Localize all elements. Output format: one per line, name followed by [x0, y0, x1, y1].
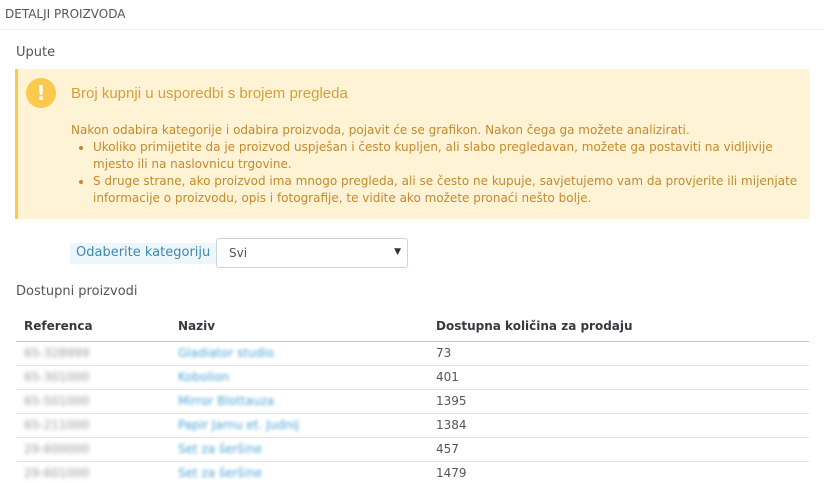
cell-quantity: 1384 — [428, 413, 809, 438]
instructions-title: Upute — [16, 45, 56, 60]
cell-reference: 65-501000 — [16, 389, 170, 414]
product-link[interactable]: Kobolion — [170, 365, 428, 390]
alert-bullets: Ukoliko primijetite da je proizvod uspje… — [93, 139, 806, 207]
table-row[interactable]: 65-211000 Papir Jarnu et. Judnij 1384 — [16, 413, 809, 438]
cell-reference: 65-301000 — [16, 365, 170, 390]
product-link[interactable]: Set za šeršine — [170, 461, 428, 483]
table-row[interactable]: 65-301000 Kobolion 401 — [16, 365, 809, 390]
alert-intro: Nakon odabira kategorije i odabira proiz… — [71, 123, 690, 137]
products-table: Referenca Naziv Dostupna količina za pro… — [16, 312, 809, 483]
table-row[interactable]: 65-328999 Gladiator studio 73 — [16, 341, 809, 366]
cell-quantity: 457 — [428, 437, 809, 462]
cell-quantity: 1395 — [428, 389, 809, 414]
alert-title: Broj kupnji u usporedbi s brojem pregled… — [71, 85, 348, 102]
category-selected-value: Svi — [229, 246, 248, 260]
cell-reference: 65-211000 — [16, 413, 170, 438]
category-label: Odaberite kategoriju — [70, 243, 217, 264]
alert-body: Nakon odabira kategorije i odabira proiz… — [71, 122, 806, 207]
category-select[interactable]: Svi ▼ — [216, 238, 408, 268]
column-header-name[interactable]: Naziv — [170, 312, 428, 342]
cell-reference: 29-601000 — [16, 461, 170, 483]
product-link[interactable]: Gladiator studio — [170, 341, 428, 366]
column-header-reference[interactable]: Referenca — [16, 312, 170, 342]
cell-quantity: 1479 — [428, 461, 809, 483]
product-link[interactable]: Papir Jarnu et. Judnij — [170, 413, 428, 438]
alert-bullet: S druge strane, ako proizvod ima mnogo p… — [93, 173, 806, 207]
table-header-row: Referenca Naziv Dostupna količina za pro… — [16, 312, 809, 342]
cell-reference: 65-328999 — [16, 341, 170, 366]
product-link[interactable]: Mirror Blottauza — [170, 389, 428, 414]
products-title: Dostupni proizvodi — [16, 284, 138, 299]
column-header-quantity[interactable]: Dostupna količina za prodaju — [428, 312, 809, 342]
cell-reference: 29-600000 — [16, 437, 170, 462]
table-row[interactable]: 29-600000 Set za šeršine 457 — [16, 437, 809, 462]
alert-bullet: Ukoliko primijetite da je proizvod uspje… — [93, 139, 806, 173]
warning-icon: ! — [26, 78, 56, 108]
product-link[interactable]: Set za šeršine — [170, 437, 428, 462]
panel-heading: DETALJI PROIZVODA — [0, 0, 824, 30]
cell-quantity: 401 — [428, 365, 809, 390]
table-row[interactable]: 65-501000 Mirror Blottauza 1395 — [16, 389, 809, 414]
table-row[interactable]: 29-601000 Set za šeršine 1479 — [16, 461, 809, 483]
dropdown-arrow-icon: ▼ — [394, 247, 401, 257]
instructions-alert: ! Broj kupnji u usporedbi s brojem pregl… — [15, 69, 810, 219]
cell-quantity: 73 — [428, 341, 809, 366]
